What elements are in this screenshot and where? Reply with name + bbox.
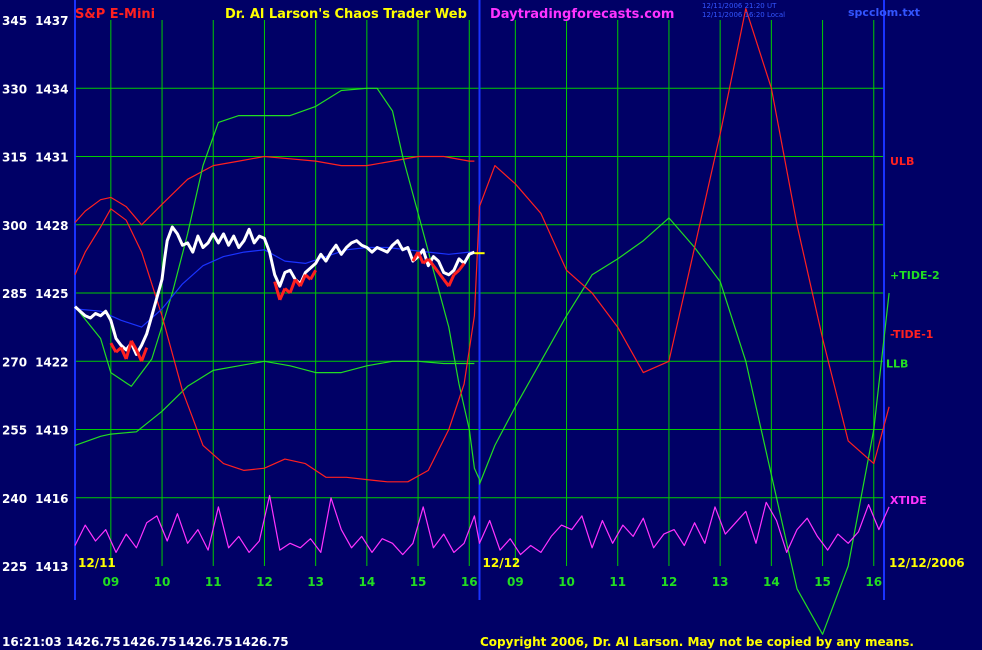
price-segment [109, 342, 118, 353]
y-tick-left: 240 [2, 492, 27, 506]
price-segment [309, 269, 317, 281]
chart-grid [74, 0, 885, 600]
y-tick-right: 1425 [35, 287, 68, 301]
y-tick-right: 1431 [35, 151, 68, 165]
annotation--tide-2: +TIDE-2 [890, 269, 940, 282]
x-tick-label: 12 [256, 575, 273, 589]
footer-quote-2: 1426.75 [122, 635, 177, 649]
y-tick-label: 300 1428 [2, 219, 68, 233]
footer-time: 16:21:03 [2, 635, 62, 649]
copyright-notice: Copyright 2006, Dr. Al Larson. May not b… [480, 635, 914, 649]
y-tick-left: 315 [2, 151, 27, 165]
chaos-chart: 345 1437 330 1434 315 1431 300 1428 285 1425 270 14… [2, 0, 965, 649]
series-price-6 [73, 225, 475, 356]
data-file-name: spcclom.txt [848, 6, 920, 19]
y-tick-label: 315 1431 [2, 151, 68, 165]
x-tick-label: 13 [307, 575, 324, 589]
date-label: 12/12 [483, 556, 521, 570]
x-tick-label: 12 [661, 575, 678, 589]
y-tick-left: 345 [2, 14, 27, 28]
x-tick-label: 10 [558, 575, 575, 589]
x-tick-label: 16 [865, 575, 882, 589]
date-label: 12/12/2006 [889, 556, 965, 570]
y-tick-label: 225 1413 [2, 560, 68, 574]
annotation-ulb: ULB [890, 155, 914, 168]
x-tick-label: 09 [507, 575, 524, 589]
annotation-llb: LLB [886, 358, 908, 371]
x-tick-label: 14 [763, 575, 780, 589]
y-tick-left: 300 [2, 219, 27, 233]
y-tick-left: 330 [2, 82, 27, 96]
y-tick-label: 330 1434 [2, 82, 68, 96]
y-tick-right: 1422 [35, 355, 68, 369]
y-tick-left: 285 [2, 287, 27, 301]
timestamp-local: 12/11/2006 16:20 Local [702, 11, 785, 19]
y-tick-label: 255 1419 [2, 424, 68, 438]
date-label: 12/11 [78, 556, 116, 570]
y-tick-right: 1428 [35, 219, 68, 233]
timestamp-ut: 12/11/2006 21:20 UT [702, 2, 777, 10]
y-tick-label: 345 1437 [2, 14, 68, 28]
y-tick-label: 285 1425 [2, 287, 68, 301]
series-llb [74, 360, 475, 446]
x-tick-label: 16 [461, 575, 478, 589]
y-tick-left: 270 [2, 355, 27, 369]
x-tick-label: 14 [359, 575, 376, 589]
price-segment [288, 278, 297, 294]
y-tick-right: 1416 [35, 492, 68, 506]
instrument-label: S&P E-Mini [75, 7, 155, 22]
footer-quote-3: 1426.75 [178, 635, 233, 649]
x-tick-label: 11 [609, 575, 626, 589]
chart-labels: 345 1437 330 1434 315 1431 300 1428 285 1425 270 14… [2, 14, 965, 589]
x-tick-label: 10 [154, 575, 171, 589]
footer-quote-4: 1426.75 [234, 635, 289, 649]
y-tick-label: 240 1416 [2, 492, 68, 506]
x-tick-label: 15 [410, 575, 427, 589]
annotation-xtide: XTIDE [890, 494, 927, 507]
annotation--tide-1: -TIDE-1 [890, 328, 933, 341]
x-tick-label: 15 [814, 575, 831, 589]
y-tick-left: 255 [2, 424, 27, 438]
price-segment [457, 262, 466, 272]
series-xtide [74, 494, 890, 556]
series-ulb [74, 155, 475, 226]
chart-series [73, 8, 890, 635]
footer-quote-1: 1426.75 [66, 635, 121, 649]
price-segment [278, 287, 287, 301]
series--tide-1 [74, 8, 890, 483]
y-tick-label: 270 1422 [2, 355, 68, 369]
y-tick-right: 1413 [35, 560, 68, 574]
y-tick-right: 1434 [35, 82, 68, 96]
price-segment [140, 347, 149, 362]
x-tick-label: 09 [102, 575, 119, 589]
y-tick-right: 1419 [35, 424, 68, 438]
y-tick-left: 225 [2, 560, 27, 574]
price-segment [447, 274, 456, 287]
y-tick-right: 1437 [35, 14, 68, 28]
site-link[interactable]: Daytradingforecasts.com [490, 7, 674, 22]
x-tick-label: 11 [205, 575, 222, 589]
x-tick-label: 13 [712, 575, 729, 589]
chart-title: Dr. Al Larson's Chaos Trader Web [225, 7, 467, 22]
